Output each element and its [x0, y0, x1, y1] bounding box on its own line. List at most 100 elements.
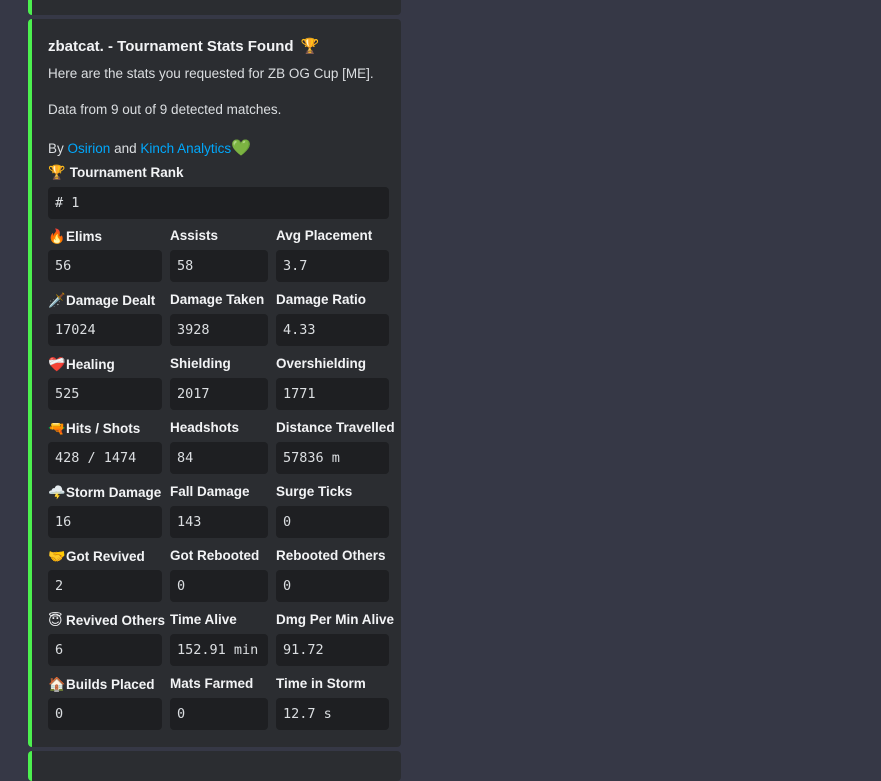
field-value: 6: [48, 634, 162, 666]
credit-line: By Osirion and Kinch Analytics💚: [48, 138, 251, 158]
field-surge-ticks: Surge Ticks: [276, 483, 352, 501]
field-damage-ratio: Damage Ratio: [276, 291, 366, 309]
mending-heart-icon: ❤️‍🩹: [48, 356, 66, 372]
field-value: 152.91 min: [170, 634, 268, 666]
field-name: Time in Storm: [276, 675, 366, 693]
field-label: Overshielding: [276, 356, 367, 371]
field-damage-dealt: 🗡️Damage Dealt: [48, 291, 155, 309]
field-value: 0: [170, 698, 268, 730]
field-value: 91.72: [276, 634, 389, 666]
field-value: 58: [170, 250, 268, 282]
trophy-icon: 🏆: [300, 38, 320, 55]
field-name: Shielding: [170, 355, 231, 373]
field-label: Elims: [66, 229, 103, 244]
field-damage-taken: Damage Taken: [170, 291, 264, 309]
field-avg-placement: Avg Placement: [276, 227, 372, 245]
field-name: 🤝Got Revived: [48, 547, 145, 565]
field-name: Damage Taken: [170, 291, 264, 309]
handshake-icon: 🤝: [48, 548, 66, 564]
field-hits-shots: 🔫Hits / Shots: [48, 419, 140, 437]
field-mats-farmed: Mats Farmed: [170, 675, 253, 693]
tournament-rank-value: # 1: [48, 187, 389, 219]
green-heart-icon: 💚: [231, 140, 252, 157]
field-label: Revived Others: [66, 613, 166, 628]
field-assists: Assists: [170, 227, 218, 245]
field-dmg-per-min-alive: Dmg Per Min Alive: [276, 611, 394, 629]
field-name: Dmg Per Min Alive: [276, 611, 394, 629]
field-value: 3.7: [276, 250, 389, 282]
halo-face-icon: 😇: [48, 612, 63, 628]
field-label: Tournament Rank: [69, 165, 184, 180]
field-time-in-storm: Time in Storm: [276, 675, 366, 693]
field-value: 2017: [170, 378, 268, 410]
field-label: Time in Storm: [276, 676, 366, 691]
field-label: Fall Damage: [170, 484, 250, 499]
credit-prefix: By: [48, 141, 64, 156]
field-name: Distance Travelled: [276, 419, 395, 437]
fire-icon: 🔥: [48, 228, 66, 244]
field-name: Headshots: [170, 419, 239, 437]
field-name: 😇 Revived Others: [48, 611, 165, 629]
field-name: 🏠Builds Placed: [48, 675, 155, 693]
field-name: 🔫Hits / Shots: [48, 419, 140, 437]
field-label: Dmg Per Min Alive: [276, 612, 395, 627]
trophy-icon: 🏆: [48, 164, 66, 180]
field-label: Healing: [66, 357, 115, 372]
field-label: Surge Ticks: [276, 484, 353, 499]
field-label: Rebooted Others: [276, 548, 386, 563]
field-value: 525: [48, 378, 162, 410]
field-label: Got Revived: [66, 549, 145, 564]
field-value: 56: [48, 250, 162, 282]
field-name: Damage Ratio: [276, 291, 366, 309]
field-time-alive: Time Alive: [170, 611, 237, 629]
field-value: 0: [170, 570, 268, 602]
dagger-icon: 🗡️: [48, 292, 66, 308]
field-name: Overshielding: [276, 355, 366, 373]
field-label: Hits / Shots: [66, 421, 141, 436]
field-label: Storm Damage: [66, 485, 162, 500]
field-value: 12.7 s: [276, 698, 389, 730]
field-value: 2: [48, 570, 162, 602]
description-line-2: Data from 9 out of 9 detected matches.: [48, 102, 282, 117]
field-value: 428 / 1474: [48, 442, 162, 474]
field-value: 4.33: [276, 314, 389, 346]
stats-embed: zbatcat. - Tournament Stats Found 🏆 Here…: [28, 19, 401, 747]
field-overshielding: Overshielding: [276, 355, 366, 373]
field-name: Assists: [170, 227, 218, 245]
field-value: 3928: [170, 314, 268, 346]
field-healing: ❤️‍🩹Healing: [48, 355, 115, 373]
field-value: 0: [276, 570, 389, 602]
field-label: Avg Placement: [276, 228, 373, 243]
field-label: Got Rebooted: [170, 548, 260, 563]
water-gun-icon: 🔫: [48, 420, 66, 436]
field-label: Damage Dealt: [66, 293, 156, 308]
field-storm-damage: 🌩️Storm Damage: [48, 483, 161, 501]
field-name: Time Alive: [170, 611, 237, 629]
field-value: 84: [170, 442, 268, 474]
field-name: Avg Placement: [276, 227, 372, 245]
field-value: 57836 m: [276, 442, 389, 474]
field-name: Surge Ticks: [276, 483, 352, 501]
field-name: Got Rebooted: [170, 547, 259, 565]
osirion-link[interactable]: Osirion: [68, 141, 111, 156]
field-label: Assists: [170, 228, 219, 243]
field-value: 0: [276, 506, 389, 538]
field-revived-others: 😇 Revived Others: [48, 611, 165, 629]
field-name: ❤️‍🩹Healing: [48, 355, 115, 373]
field-rebooted-others: Rebooted Others: [276, 547, 386, 565]
field-value: 16: [48, 506, 162, 538]
house-icon: 🏠: [48, 676, 66, 692]
field-label: Time Alive: [170, 612, 237, 627]
field-name: Mats Farmed: [170, 675, 253, 693]
kinch-analytics-link[interactable]: Kinch Analytics: [140, 141, 231, 156]
field-shielding: Shielding: [170, 355, 231, 373]
field-name: 🗡️Damage Dealt: [48, 291, 155, 309]
field-elims: 🔥Elims: [48, 227, 102, 245]
description-line-1: Here are the stats you requested for ZB …: [48, 66, 374, 81]
field-value: 1771: [276, 378, 389, 410]
field-name: Fall Damage: [170, 483, 250, 501]
field-label: Headshots: [170, 420, 240, 435]
field-label: Mats Farmed: [170, 676, 254, 691]
field-value: 0: [48, 698, 162, 730]
field-fall-damage: Fall Damage: [170, 483, 250, 501]
